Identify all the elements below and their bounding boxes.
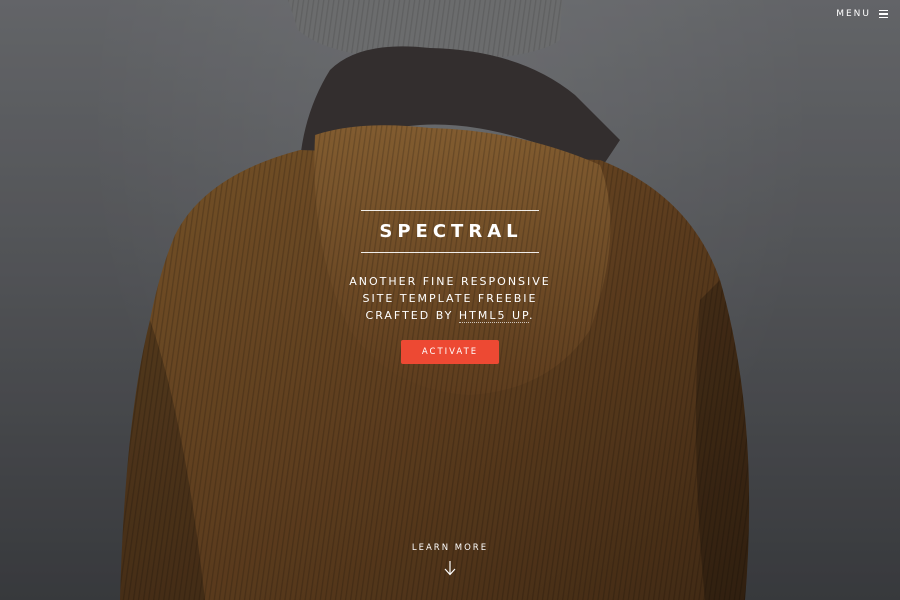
learn-more-label: LEARN MORE [411, 543, 489, 553]
site-tagline: ANOTHER FINE RESPONSIVE SITE TEMPLATE FR… [0, 273, 900, 324]
hamburger-icon [879, 10, 888, 18]
tagline-line-2: SITE TEMPLATE FREEBIE [362, 292, 538, 305]
page: MENU SPECTRAL ANOTHER FINE RESPONSIVE SI… [0, 0, 900, 600]
tagline-period: . [528, 309, 535, 322]
tagline-line-3-text: CRAFTED BY [365, 309, 454, 322]
menu-button[interactable]: MENU [836, 9, 888, 19]
arrow-down-icon [444, 561, 456, 576]
learn-more-link[interactable]: LEARN MORE [0, 535, 900, 576]
hero-banner: SPECTRAL ANOTHER FINE RESPONSIVE SITE TE… [0, 210, 900, 364]
tagline-line-3: CRAFTED BY HTML5 UP. [0, 307, 900, 324]
tagline-line-1: ANOTHER FINE RESPONSIVE [349, 275, 551, 288]
menu-label: MENU [836, 9, 871, 19]
activate-button[interactable]: ACTIVATE [400, 340, 500, 364]
site-title: SPECTRAL [361, 210, 539, 253]
html5up-link[interactable]: HTML5 UP [458, 309, 529, 323]
